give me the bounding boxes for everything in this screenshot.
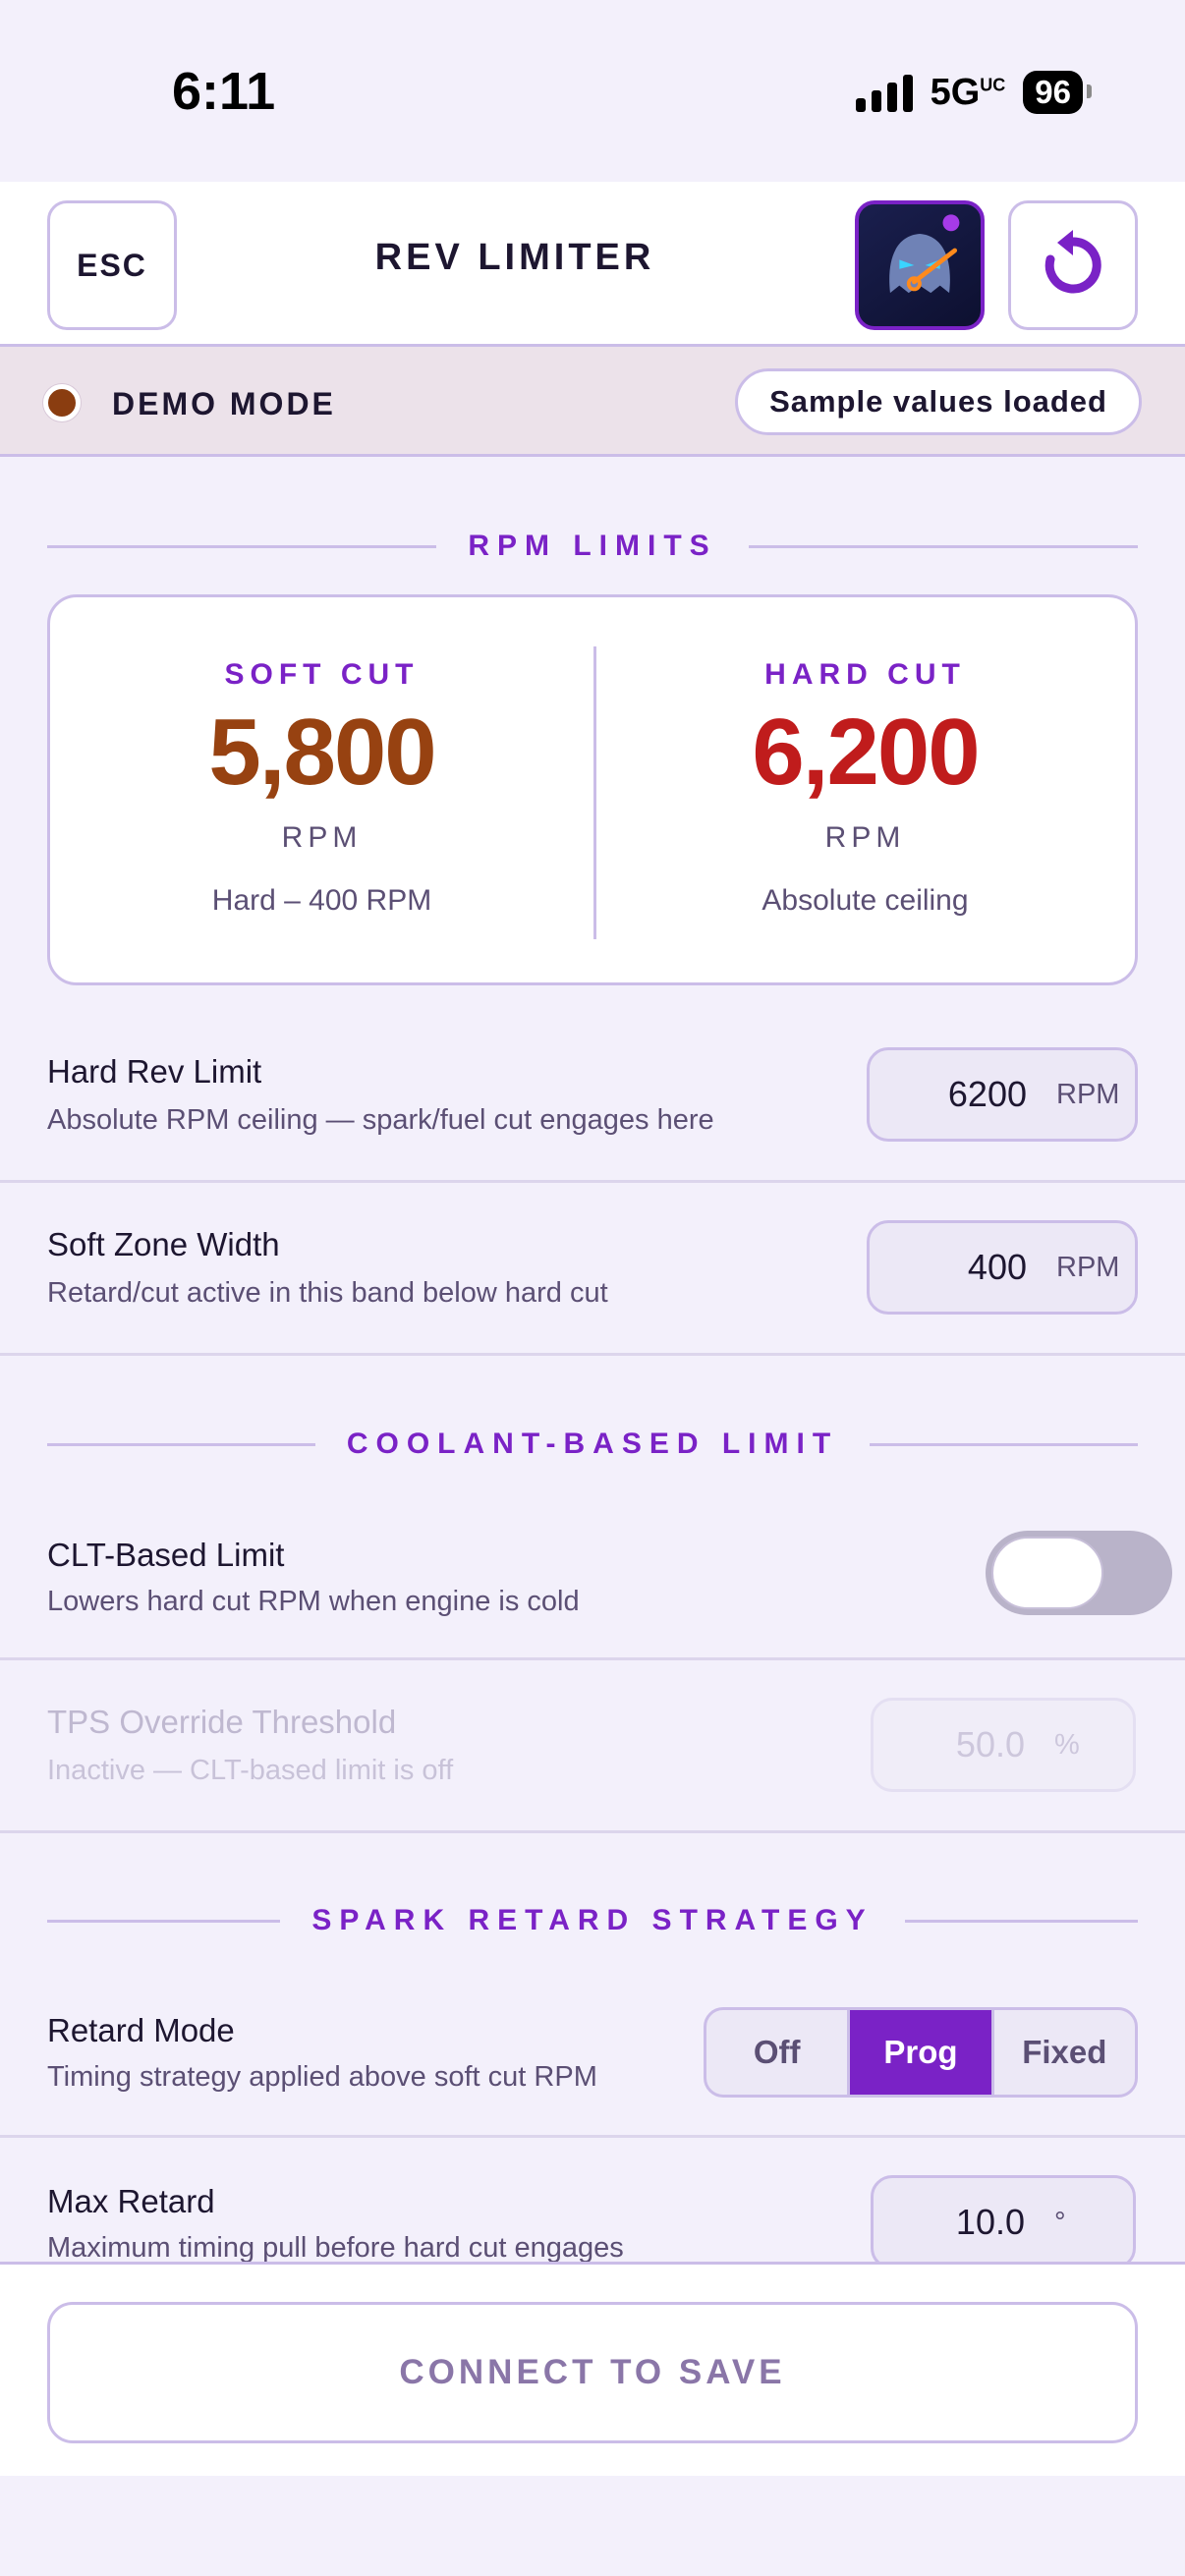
footer-bar: CONNECT TO SAVE xyxy=(0,2262,1185,2476)
status-indicators: 5GUC 96 xyxy=(855,71,1092,114)
network-type: 5GUC xyxy=(930,71,1006,113)
hard-rev-limit-input[interactable]: 6200 RPM xyxy=(867,1047,1138,1142)
section-title: RPM LIMITS xyxy=(468,530,717,562)
demo-mode-label: DEMO MODE xyxy=(112,386,336,421)
soft-zone-width-row: Soft Zone Width Retard/cut active in thi… xyxy=(0,1183,1185,1356)
rpm-limits-card: SOFT CUT 5,800 RPM Hard – 400 RPM HARD C… xyxy=(47,594,1138,985)
hard-cut-note: Absolute ceiling xyxy=(762,884,969,917)
soft-cut-value: 5,800 xyxy=(208,700,436,805)
network-suffix: UC xyxy=(980,74,1006,94)
input-value: 50.0 xyxy=(955,1724,1025,1764)
app-logo-ghost-gauge-icon[interactable] xyxy=(855,200,985,330)
row-title: TPS Override Threshold xyxy=(47,1704,397,1740)
status-time: 6:11 xyxy=(172,62,276,121)
soft-cut-panel: SOFT CUT 5,800 RPM Hard – 400 RPM xyxy=(50,597,593,982)
row-description: Absolute RPM ceiling — spark/fuel cut en… xyxy=(47,1104,714,1136)
connect-to-save-button[interactable]: CONNECT TO SAVE xyxy=(47,2302,1138,2443)
input-unit: RPM xyxy=(1056,1251,1120,1283)
row-description: Maximum timing pull before hard cut enga… xyxy=(47,2232,624,2264)
row-description: Timing strategy applied above soft cut R… xyxy=(47,2061,597,2093)
row-title: Retard Mode xyxy=(47,2012,235,2048)
input-unit: RPM xyxy=(1056,1078,1120,1110)
section-title: SPARK RETARD STRATEGY xyxy=(311,1904,874,1936)
section-header-coolant: COOLANT-BASED LIMIT xyxy=(47,1425,1138,1464)
section-header-spark-retard: SPARK RETARD STRATEGY xyxy=(47,1901,1139,1940)
demo-mode-banner: DEMO MODE Sample values loaded xyxy=(0,347,1185,457)
soft-cut-unit: RPM xyxy=(281,821,363,854)
hard-cut-value: 6,200 xyxy=(752,700,980,805)
reset-button[interactable] xyxy=(1008,200,1138,330)
page-title: REV LIMITER xyxy=(374,237,655,278)
retard-mode-off[interactable]: Off xyxy=(706,2010,847,2095)
input-unit: % xyxy=(1054,1728,1080,1761)
hard-cut-label: HARD CUT xyxy=(764,658,966,691)
hard-cut-unit: RPM xyxy=(824,821,906,854)
home-indicator-area xyxy=(0,2476,1185,2576)
row-description: Inactive — CLT-based limit is off xyxy=(47,1755,454,1786)
soft-cut-label: SOFT CUT xyxy=(224,658,420,691)
row-description: Retard/cut active in this band below har… xyxy=(47,1277,608,1309)
tps-override-input: 50.0 % xyxy=(871,1698,1136,1792)
retard-mode-prog[interactable]: Prog xyxy=(847,2010,991,2095)
input-unit: ° xyxy=(1054,2206,1066,2238)
input-value: 400 xyxy=(967,1247,1027,1287)
row-description: Lowers hard cut RPM when engine is cold xyxy=(47,1586,580,1617)
section-title: COOLANT-BASED LIMIT xyxy=(346,1428,839,1460)
hard-rev-limit-row: Hard Rev Limit Absolute RPM ceiling — sp… xyxy=(0,1010,1185,1183)
demo-badge: Sample values loaded xyxy=(735,368,1142,435)
demo-status-dot xyxy=(43,384,81,421)
section-header-rpm-limits: RPM LIMITS xyxy=(47,527,1139,566)
retard-mode-selector: Off Prog Fixed xyxy=(704,2007,1138,2098)
input-value: 10.0 xyxy=(955,2202,1025,2242)
signal-icon xyxy=(855,73,913,112)
retard-mode-fixed[interactable]: Fixed xyxy=(990,2010,1135,2095)
tps-override-row: TPS Override Threshold Inactive — CLT-ba… xyxy=(0,1660,1185,1833)
row-title: Max Retard xyxy=(47,2183,215,2219)
undo-icon xyxy=(1044,230,1101,294)
input-value: 6200 xyxy=(947,1074,1027,1114)
max-retard-input[interactable]: 10.0 ° xyxy=(871,2175,1136,2269)
battery-icon: 96 xyxy=(1023,71,1092,114)
row-title: CLT-Based Limit xyxy=(47,1537,285,1573)
status-bar: 6:11 5GUC 96 xyxy=(0,0,1185,182)
esc-button[interactable]: ESC xyxy=(47,200,177,330)
soft-cut-note: Hard – 400 RPM xyxy=(211,884,432,917)
clt-limit-toggle[interactable] xyxy=(986,1531,1172,1615)
top-header: ESC REV LIMITER xyxy=(0,182,1185,347)
soft-zone-width-input[interactable]: 400 RPM xyxy=(867,1220,1138,1315)
hard-cut-panel: HARD CUT 6,200 RPM Absolute ceiling xyxy=(593,597,1137,982)
toggle-knob xyxy=(991,1537,1103,1609)
row-title: Hard Rev Limit xyxy=(47,1053,262,1090)
row-title: Soft Zone Width xyxy=(47,1226,280,1262)
